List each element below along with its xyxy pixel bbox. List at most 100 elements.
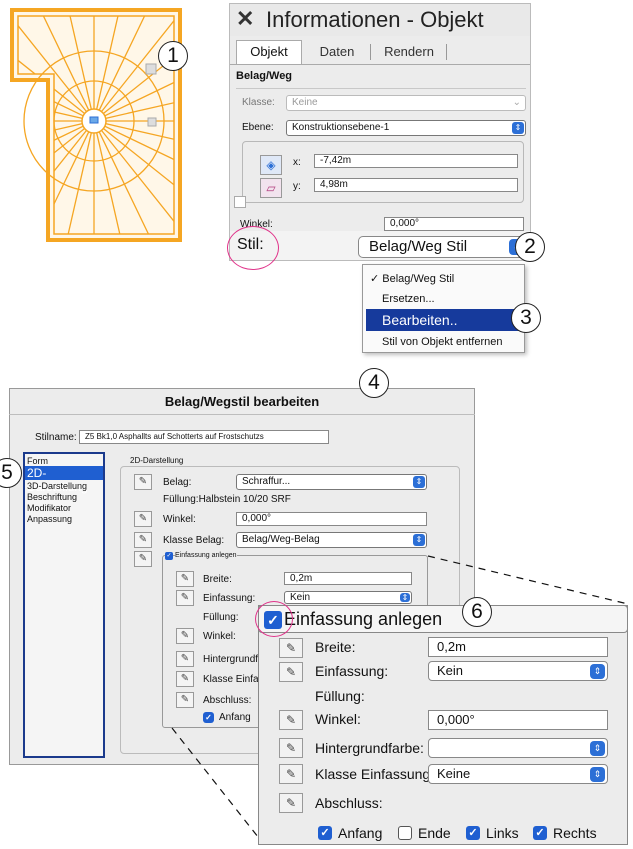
sidebar-item-anpassung[interactable]: Anpassung <box>27 514 72 524</box>
winkel-field[interactable]: 0,000° <box>236 512 427 526</box>
belag-label: Belag: <box>163 477 192 488</box>
dialog-title: Belag/Wegstil bearbeiten <box>164 394 320 409</box>
paving-drawing[interactable] <box>8 6 184 244</box>
zoom-klasse-value: Keine <box>437 766 471 781</box>
menu-item-label: Belag/Weg Stil <box>382 273 455 285</box>
abschluss-pen-icon[interactable]: ✎ <box>176 692 194 708</box>
updown-arrow-icon: ⇕ <box>590 767 605 782</box>
checkmark-icon: ✓ <box>370 273 380 285</box>
x-field[interactable]: -7,42m <box>314 154 518 168</box>
sidebar-item-modifikator[interactable]: Modifikator <box>27 503 71 513</box>
klasse-belag-value: Belag/Weg-Belag <box>242 534 320 545</box>
close-icon[interactable]: ✕ <box>236 6 254 32</box>
zoom-winkel-field[interactable]: 0,000° <box>428 710 608 730</box>
zoom-hintergrund-select[interactable]: ⇕ <box>428 738 608 758</box>
zoom-winkel-pen-icon[interactable]: ✎ <box>279 710 303 730</box>
menu-item-bearbeiten[interactable]: Bearbeiten.. <box>366 309 521 331</box>
einfassung-select-pen-icon[interactable]: ✎ <box>176 590 194 606</box>
winkel-pen-icon[interactable]: ✎ <box>134 511 152 527</box>
ende-checkbox[interactable] <box>398 826 412 840</box>
palette-title: Informationen - Objekt <box>266 7 484 32</box>
klasse-select[interactable]: Keine ⌄ <box>286 95 526 111</box>
zoom-einfassung-value: Kein <box>437 663 464 678</box>
stilname-label: Stilname: <box>35 432 77 443</box>
object-type: Belag/Weg <box>236 70 293 82</box>
klasse-belag-pen-icon[interactable]: ✎ <box>134 532 152 548</box>
sidebar-item-form[interactable]: Form <box>27 456 48 466</box>
rechts-checkbox[interactable]: ✓ <box>533 826 547 840</box>
einfassung-label: Einfassung: <box>203 593 256 604</box>
zoom-einfassung-pen-icon[interactable]: ✎ <box>279 662 303 682</box>
breite-pen-icon[interactable]: ✎ <box>176 571 194 587</box>
x-label: x: <box>293 157 301 168</box>
klasse-belag-select[interactable]: Belag/Weg-Belag ⇕ <box>236 532 427 548</box>
sidebar-item-3d-darstellung[interactable]: 3D-Darstellung <box>27 481 87 491</box>
zoom-klasse-pen-icon[interactable]: ✎ <box>279 764 303 784</box>
zoom-abschluss-label: Abschluss: <box>315 795 383 811</box>
tab-objekt[interactable]: Objekt <box>236 40 302 64</box>
zoom-hintergrund-pen-icon[interactable]: ✎ <box>279 738 303 758</box>
zoom-einfassung-label: Einfassung: <box>315 663 389 679</box>
menu-item-stil-entfernen[interactable]: Stil von Objekt entfernen <box>362 333 525 351</box>
zoom-einfassung-select[interactable]: Kein ⇕ <box>428 661 608 681</box>
links-check-label: Links <box>486 825 519 841</box>
breite-label: Breite: <box>203 574 232 585</box>
anfang-checkbox[interactable]: ✓ <box>203 712 214 723</box>
winkel2-pen-icon[interactable]: ✎ <box>176 628 194 644</box>
updown-arrow-icon: ⇕ <box>400 593 410 602</box>
hintergrund-label: Hintergrundfa <box>203 654 264 665</box>
tab-daten[interactable]: Daten <box>306 42 368 64</box>
reference-point-icon[interactable]: ◈ <box>260 155 282 175</box>
zoom-breite-pen-icon[interactable]: ✎ <box>279 638 303 658</box>
menu-item-belag-weg-stil[interactable]: ✓ Belag/Weg Stil <box>362 270 525 288</box>
checkbox-highlight-circle <box>255 601 293 637</box>
ebene-label: Ebene: <box>242 122 274 133</box>
zoom-klasse-select[interactable]: Keine ⇕ <box>428 764 608 784</box>
group-title: 2D-Darstellung <box>130 456 184 465</box>
updown-arrow-icon: ⇕ <box>590 664 605 679</box>
abschluss-label: Abschluss: <box>203 695 252 706</box>
klasse-label: Klasse: <box>242 97 275 108</box>
divider <box>236 88 526 89</box>
zoom-header-label: Einfassung anlegen <box>284 609 443 629</box>
zoom-winkel-label: Winkel: <box>315 711 361 727</box>
belag-value: Schraffur... <box>242 476 291 487</box>
einfassung-select[interactable]: Kein ⇕ <box>284 591 412 604</box>
callout-6: 6 <box>462 597 492 627</box>
winkel-label: Winkel: <box>163 514 196 525</box>
stil-value: Belag/Weg Stil <box>369 238 468 255</box>
winkel-field[interactable]: 0,000° <box>384 217 524 231</box>
zoom-hintergrund-label: Hintergrundfarbe: <box>315 740 424 756</box>
ebene-select[interactable]: Konstruktionsebene-1 ⇕ <box>286 120 526 136</box>
updown-arrow-icon: ⇕ <box>590 741 605 756</box>
tab-separator-2 <box>446 44 447 60</box>
einfassung-pen-icon[interactable]: ✎ <box>134 551 152 567</box>
sidebar-item-2d-darstellung[interactable]: 2D-Darstellung <box>25 466 103 494</box>
updown-arrow-icon: ⇕ <box>413 534 425 546</box>
chevron-down-icon: ⌄ <box>512 97 521 108</box>
einfassung-value: Kein <box>290 592 311 603</box>
stil-select[interactable]: Belag/Weg Stil ⌄ <box>358 236 528 258</box>
anfang-checkbox-zoom[interactable]: ✓ <box>318 826 332 840</box>
winkel2-label: Winkel: <box>203 631 236 642</box>
stilname-field[interactable]: Z5 Bk1,0 Asphallts auf Schotterts auf Fr… <box>79 430 329 444</box>
zoom-abschluss-pen-icon[interactable]: ✎ <box>279 793 303 813</box>
hintergrund-pen-icon[interactable]: ✎ <box>176 651 194 667</box>
menu-item-ersetzen[interactable]: Ersetzen... <box>362 290 525 308</box>
zoom-breite-field[interactable]: 0,2m <box>428 637 608 657</box>
shape-icon[interactable]: ▱ <box>260 178 282 198</box>
belag-select[interactable]: Schraffur... ⇕ <box>236 474 427 490</box>
anfang-check-label: Anfang <box>338 825 383 841</box>
klasse-einf-pen-icon[interactable]: ✎ <box>176 671 194 687</box>
breite-field[interactable]: 0,2m <box>284 572 412 585</box>
belag-pen-icon[interactable]: ✎ <box>134 474 152 490</box>
sidebar-item-beschriftung[interactable]: Beschriftung <box>27 492 77 502</box>
info-palette: ✕ Informationen - Objekt Objekt Daten Re… <box>229 3 531 245</box>
tab-rendern[interactable]: Rendern <box>374 42 444 64</box>
links-checkbox[interactable]: ✓ <box>466 826 480 840</box>
y-field[interactable]: 4,98m <box>314 178 518 192</box>
fuellung-text: Füllung:Halbstein 10/20 SRF <box>163 494 291 505</box>
callout-2: 2 <box>515 232 545 262</box>
einfassung-checkbox[interactable]: ✓ <box>165 552 173 560</box>
fuellung-label: Füllung: <box>203 612 239 623</box>
